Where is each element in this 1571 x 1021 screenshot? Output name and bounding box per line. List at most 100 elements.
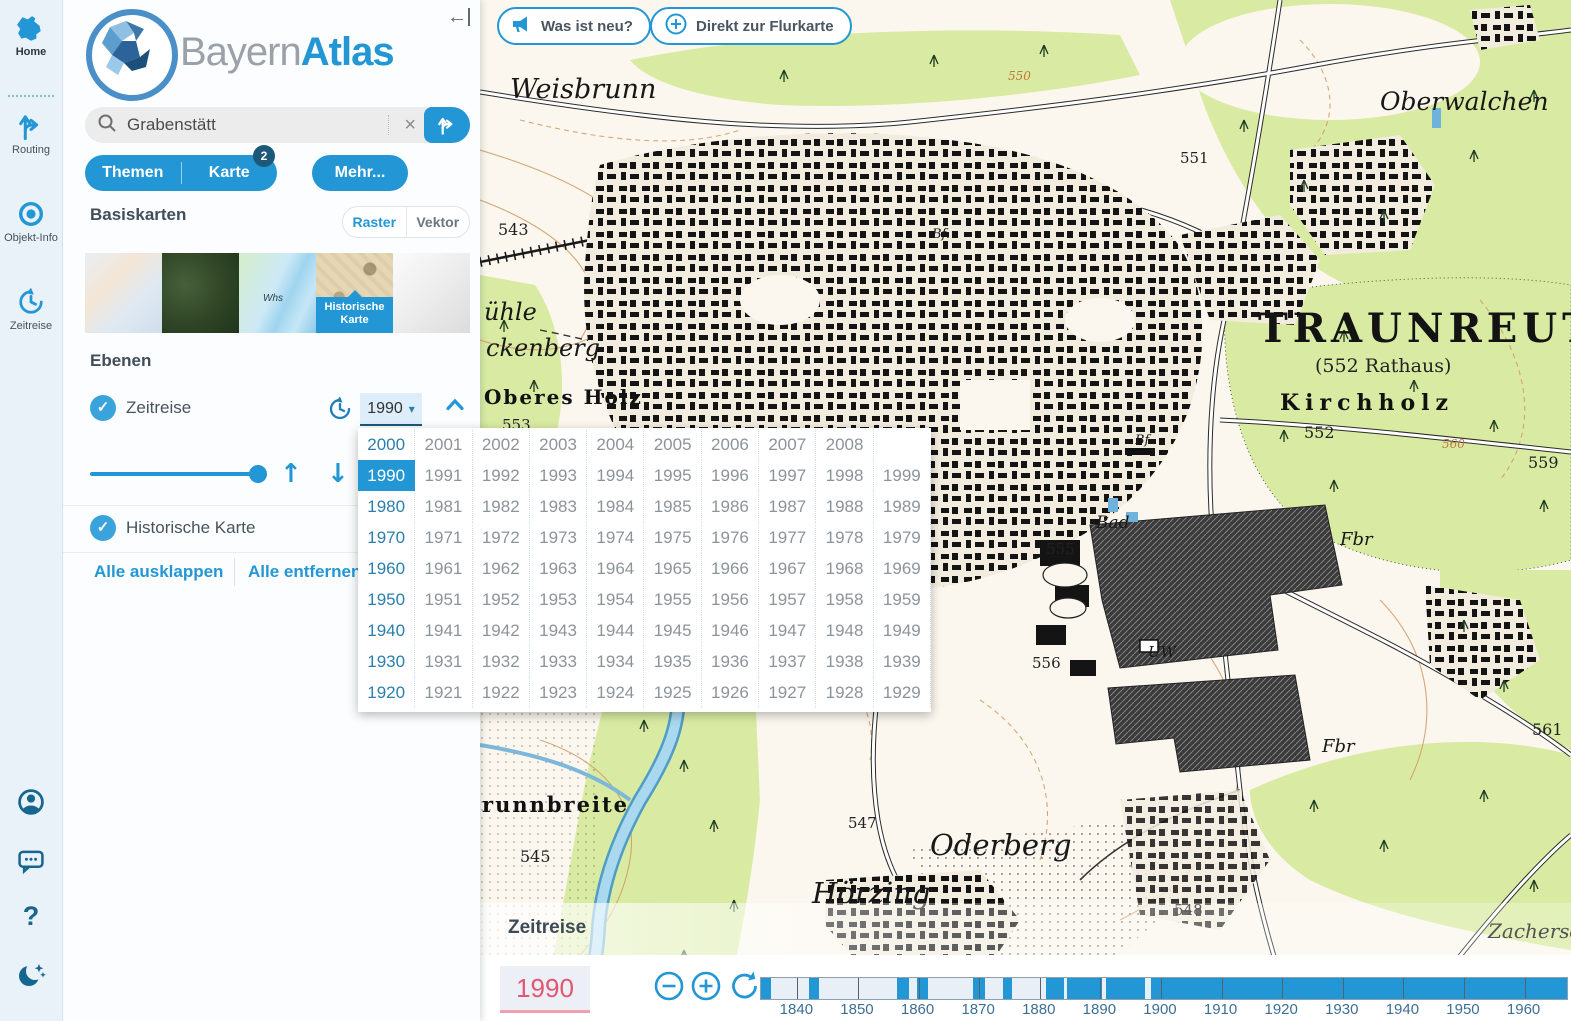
year-option-1955[interactable]: 1955 [644,584,701,615]
year-option-1968[interactable]: 1968 [816,553,873,584]
year-option-1954[interactable]: 1954 [587,584,644,615]
basemap-thumb-graustufen[interactable] [393,253,470,333]
year-option-1997[interactable]: 1997 [759,460,816,491]
sidebar-item-objektinfo[interactable]: Objekt-Info [0,198,62,244]
year-option-1975[interactable]: 1975 [644,522,701,553]
year-option-1920[interactable]: 1920 [358,677,415,708]
flurkarte-button[interactable]: Direkt zur Flurkarte [650,7,852,45]
zoom-out-year-button[interactable] [652,969,686,1008]
year-option-2007[interactable]: 2007 [759,429,816,460]
remove-all-link[interactable]: Alle entfernen [248,562,361,582]
timeline-availability-segment[interactable] [809,978,818,999]
year-option-1936[interactable]: 1936 [702,646,759,677]
timeline-availability-segment[interactable] [897,978,910,999]
year-option-1959[interactable]: 1959 [874,584,931,615]
year-option-1989[interactable]: 1989 [874,491,931,522]
year-option-1950[interactable]: 1950 [358,584,415,615]
help-button[interactable]: ? [0,903,62,930]
year-option-1982[interactable]: 1982 [473,491,530,522]
move-layer-up-button[interactable]: ↑ [280,458,302,490]
year-option-1952[interactable]: 1952 [473,584,530,615]
year-option-1960[interactable]: 1960 [358,553,415,584]
year-option-1971[interactable]: 1971 [415,522,472,553]
year-option-1947[interactable]: 1947 [759,615,816,646]
year-option-1980[interactable]: 1980 [358,491,415,522]
tab-mehr[interactable]: Mehr... [312,155,408,191]
year-option-1935[interactable]: 1935 [644,646,701,677]
move-layer-down-button[interactable]: ↓ [327,458,349,490]
year-option-1986[interactable]: 1986 [702,491,759,522]
dark-mode-button[interactable] [0,958,62,992]
search-input[interactable] [125,114,388,136]
year-option-1926[interactable]: 1926 [702,677,759,708]
year-option-1996[interactable]: 1996 [702,460,759,491]
year-option-1951[interactable]: 1951 [415,584,472,615]
historische-karte-checkbox[interactable]: ✓ [90,515,116,541]
year-option-1933[interactable]: 1933 [530,646,587,677]
timeline-availability-segment[interactable] [1106,978,1145,999]
year-option-2000[interactable]: 2000 [358,429,415,460]
timeline-availability-segment[interactable] [761,978,771,999]
year-option-2006[interactable]: 2006 [702,429,759,460]
year-option-1972[interactable]: 1972 [473,522,530,553]
year-option-1963[interactable]: 1963 [530,553,587,584]
feedback-button[interactable] [0,845,62,877]
year-option-1941[interactable]: 1941 [415,615,472,646]
year-option-1974[interactable]: 1974 [587,522,644,553]
basemap-thumb-standard[interactable] [85,253,162,333]
collapse-panel-button[interactable]: ← [447,6,470,29]
zeitreise-checkbox[interactable]: ✓ [90,395,116,421]
year-option-1957[interactable]: 1957 [759,584,816,615]
year-option-1937[interactable]: 1937 [759,646,816,677]
year-option-1987[interactable]: 1987 [759,491,816,522]
year-option-1965[interactable]: 1965 [644,553,701,584]
year-option-1966[interactable]: 1966 [702,553,759,584]
year-option-1990[interactable]: 1990 [358,460,415,491]
year-option-1969[interactable]: 1969 [874,553,931,584]
year-option-1973[interactable]: 1973 [530,522,587,553]
year-option-1962[interactable]: 1962 [473,553,530,584]
raster-option[interactable]: Raster [343,214,406,230]
year-option-1942[interactable]: 1942 [473,615,530,646]
year-option-1940[interactable]: 1940 [358,615,415,646]
year-option-1953[interactable]: 1953 [530,584,587,615]
year-option-1958[interactable]: 1958 [816,584,873,615]
timeline-track[interactable] [760,977,1568,1000]
year-option-1923[interactable]: 1923 [530,677,587,708]
year-option-1924[interactable]: 1924 [587,677,644,708]
year-option-1943[interactable]: 1943 [530,615,587,646]
year-option-1934[interactable]: 1934 [587,646,644,677]
sidebar-item-home[interactable]: Home [0,14,62,58]
year-option-1976[interactable]: 1976 [702,522,759,553]
whats-new-button[interactable]: Was ist neu? [497,7,651,45]
year-option-2001[interactable]: 2001 [415,429,472,460]
timeline-availability-segment[interactable] [1067,978,1102,999]
year-option-1993[interactable]: 1993 [530,460,587,491]
year-option-1999[interactable]: 1999 [874,460,931,491]
year-option-1925[interactable]: 1925 [644,677,701,708]
year-option-1991[interactable]: 1991 [415,460,472,491]
sidebar-item-routing[interactable]: Routing [0,110,62,156]
year-option-1945[interactable]: 1945 [644,615,701,646]
basemap-thumb-topo[interactable]: Whs [239,253,316,333]
year-option-1961[interactable]: 1961 [415,553,472,584]
year-option-1939[interactable]: 1939 [874,646,931,677]
year-option-1979[interactable]: 1979 [874,522,931,553]
zoom-in-year-button[interactable] [689,969,723,1008]
year-option-1988[interactable]: 1988 [816,491,873,522]
expand-all-link[interactable]: Alle ausklappen [94,562,223,582]
history-icon[interactable] [326,395,354,428]
year-option-1938[interactable]: 1938 [816,646,873,677]
timeline-availability-segment[interactable] [1151,978,1567,999]
year-option-1932[interactable]: 1932 [473,646,530,677]
chevron-up-icon[interactable] [446,398,464,416]
year-option-1967[interactable]: 1967 [759,553,816,584]
year-option-1928[interactable]: 1928 [816,677,873,708]
clear-search-icon[interactable]: × [396,114,424,137]
year-option-2002[interactable]: 2002 [473,429,530,460]
year-option-1949[interactable]: 1949 [874,615,931,646]
timeline-availability-segment[interactable] [1046,978,1064,999]
reset-timeline-button[interactable] [728,969,762,1008]
year-option-1921[interactable]: 1921 [415,677,472,708]
year-option-1981[interactable]: 1981 [415,491,472,522]
